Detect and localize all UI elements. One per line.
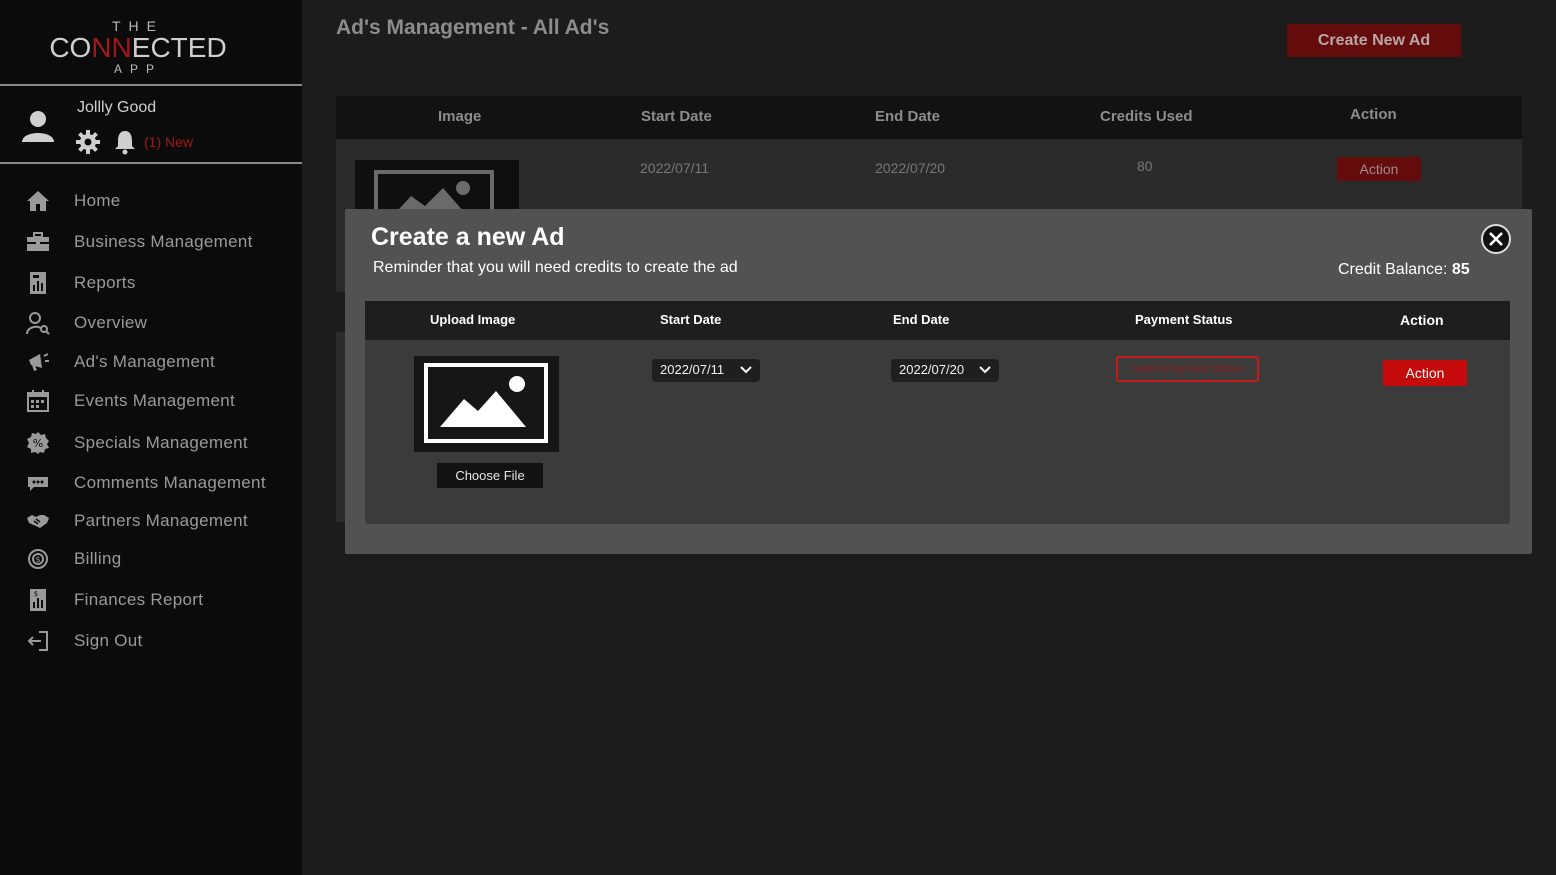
ad-end-date: 2022/07/20 (875, 160, 946, 176)
briefcase-icon (27, 232, 49, 251)
user-panel: Jollly Good (1) New (0, 88, 302, 164)
comments-icon (28, 477, 48, 491)
notification-count[interactable]: (1) New (144, 134, 193, 150)
page-title: Ad's Management - All Ad's (336, 16, 610, 39)
ad-action-button[interactable]: Action (1337, 157, 1421, 181)
ad-start-date: 2022/07/11 (640, 160, 710, 176)
sidebar-item-label: Sign Out (74, 631, 143, 650)
column-header: Credits Used (1100, 108, 1193, 125)
finance-report-icon: $ (30, 589, 46, 611)
calendar-icon (27, 390, 49, 412)
sidebar-item-label: Home (74, 191, 121, 210)
billing-icon: $ (28, 549, 48, 569)
credit-balance: Credit Balance: 85 (1338, 261, 1470, 279)
avatar-icon (22, 111, 54, 142)
sidebar-item-reports[interactable]: Reports (0, 264, 302, 300)
sidebar-item-label: Reports (74, 273, 136, 292)
sidebar-item-business-management[interactable]: Business Management (0, 223, 302, 259)
sidebar-item-comments-management[interactable]: Comments Management (0, 464, 302, 500)
user-name: Jollly Good (77, 99, 157, 116)
column-header: Image (438, 108, 482, 125)
gear-icon[interactable] (75, 129, 101, 155)
sidebar-item-specials-management[interactable]: % Specials Management (0, 424, 302, 460)
start-date-select[interactable]: 2022/07/11 (652, 359, 760, 382)
form-table-header: Upload Image Start Date End Date Payment… (365, 301, 1510, 340)
sidebar-item-label: Specials Management (74, 433, 248, 452)
sidebar-item-label: Overview (74, 313, 148, 332)
create-new-ad-button[interactable]: Create New Ad (1287, 24, 1461, 57)
sidebar: THE CONNECTED APP Jollly Good (1) New Ho… (0, 0, 302, 875)
app-logo[interactable]: THE CONNECTED APP (0, 0, 302, 86)
modal-subtitle: Reminder that you will need credits to c… (373, 259, 738, 276)
megaphone-icon (29, 353, 49, 371)
logo-main-x: NN (91, 32, 132, 63)
logo-app: APP (113, 62, 162, 76)
sidebar-item-label: Comments Management (74, 473, 266, 492)
credit-balance-value: 85 (1451, 261, 1470, 278)
discount-badge-icon: % (27, 432, 49, 454)
svg-text:$: $ (35, 555, 40, 564)
svg-text:$: $ (34, 590, 38, 598)
chevron-down-icon (979, 366, 991, 374)
modal-action-button[interactable]: Action (1383, 360, 1467, 386)
column-header: End Date (893, 312, 950, 327)
handshake-icon (27, 515, 49, 528)
sidebar-item-ads-management[interactable]: Ad's Management (0, 343, 302, 379)
sidebar-item-label: Finances Report (74, 590, 204, 609)
image-placeholder-icon (424, 363, 548, 443)
upload-image-area[interactable] (414, 356, 559, 452)
payment-status-select[interactable]: Select Payment Status (1116, 356, 1259, 382)
ad-credits-used: 80 (1137, 158, 1153, 174)
chevron-down-icon (740, 366, 752, 374)
home-icon (27, 191, 49, 211)
sidebar-item-label: Business Management (74, 232, 253, 251)
column-header: End Date (875, 108, 941, 125)
column-header: Start Date (641, 108, 712, 125)
modal-title: Create a new Ad (371, 223, 565, 251)
svg-text:%: % (33, 437, 43, 450)
close-modal-button[interactable] (1481, 224, 1511, 254)
sidebar-item-label: Partners Management (74, 511, 248, 530)
sidebar-item-label: Billing (74, 549, 122, 568)
sidebar-item-home[interactable]: Home (0, 182, 302, 218)
sidebar-item-finances-report[interactable]: $ Finances Report (0, 581, 302, 617)
sidebar-item-billing[interactable]: $ Billing (0, 540, 302, 576)
create-ad-modal: Create a new Ad Reminder that you will n… (345, 209, 1532, 554)
column-header: Action (1350, 106, 1397, 123)
sidebar-item-label: Events Management (74, 391, 236, 410)
sidebar-item-label: Ad's Management (74, 352, 215, 371)
logo-main-right: ECTED (131, 32, 227, 63)
report-icon (30, 272, 46, 294)
choose-file-button[interactable]: Choose File (437, 463, 543, 488)
ads-table-header: Image Start Date End Date Credits Used A… (336, 96, 1522, 139)
sidebar-item-partners-management[interactable]: Partners Management (0, 502, 302, 538)
logo-main-left: CO (49, 32, 92, 63)
start-date-value: 2022/07/11 (660, 362, 725, 377)
end-date-value: 2022/07/20 (899, 362, 965, 377)
bell-icon[interactable] (113, 129, 137, 155)
column-header: Payment Status (1135, 312, 1233, 327)
new-ad-form-table: Upload Image Start Date End Date Payment… (365, 301, 1510, 524)
logo-main: CONNECTED (48, 34, 228, 62)
close-icon (1489, 232, 1503, 246)
credit-balance-label: Credit Balance: (1338, 261, 1448, 278)
column-header: Action (1400, 312, 1444, 328)
column-header: Start Date (660, 312, 722, 327)
column-header: Upload Image (430, 312, 516, 327)
sidebar-item-events-management[interactable]: Events Management (0, 382, 302, 418)
user-search-icon (26, 312, 50, 335)
sidebar-item-overview[interactable]: Overview (0, 304, 302, 340)
sidebar-item-sign-out[interactable]: Sign Out (0, 622, 302, 658)
end-date-select[interactable]: 2022/07/20 (891, 359, 999, 382)
sign-out-icon (27, 631, 48, 651)
